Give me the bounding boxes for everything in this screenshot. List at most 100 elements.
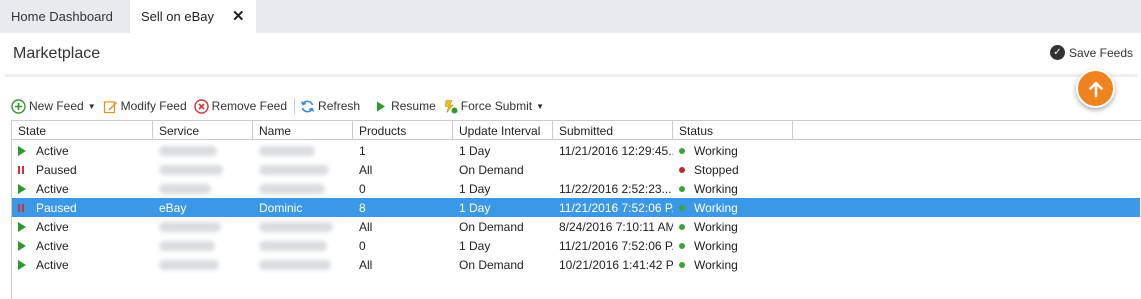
state-text: Active — [36, 258, 69, 272]
chevron-down-icon: ▼ — [87, 101, 96, 111]
scroll-up-button[interactable] — [1076, 69, 1115, 108]
remove-circle-icon — [193, 98, 209, 114]
submitted-text: 11/22/2016 2:52:23... — [559, 182, 672, 196]
refresh-button[interactable]: Refresh — [300, 99, 360, 114]
cell-status: Working — [673, 255, 793, 274]
interval-text: 1 Day — [459, 144, 491, 158]
status-text: Working — [694, 182, 738, 196]
redacted-text — [159, 146, 217, 156]
table-row[interactable]: Paused eBay Dominic 8 1 Day 11/21/2016 7:52:0… — [12, 198, 1140, 217]
state-text: Active — [36, 220, 69, 234]
page-title: Marketplace — [13, 45, 101, 62]
force-submit-label: Force Submit — [460, 99, 533, 113]
column-header-state[interactable]: State — [12, 121, 153, 140]
cell-state: Paused — [12, 198, 153, 217]
check-circle-icon: ✓ — [1049, 45, 1065, 60]
column-header-update-interval[interactable]: Update Interval — [453, 121, 553, 140]
column-header-name[interactable]: Name — [253, 121, 353, 140]
status-text: Working — [694, 258, 738, 272]
table-row[interactable]: Paused All On Demand Stopped — [12, 160, 1140, 179]
save-feeds-button[interactable]: ✓ Save Feeds — [1049, 45, 1133, 60]
new-feed-button[interactable]: New Feed ▼ — [11, 98, 96, 114]
cell-status: Working — [673, 141, 793, 160]
status-text: Working — [694, 201, 738, 215]
state-text: Active — [36, 182, 69, 196]
cell-status: Working — [673, 236, 793, 255]
interval-text: 1 Day — [459, 239, 491, 253]
cell-service — [153, 236, 253, 255]
cell-service — [153, 141, 253, 160]
interval-text: On Demand — [459, 163, 524, 177]
column-header-products[interactable]: Products — [353, 121, 453, 140]
cell-submitted: 11/21/2016 7:52:06 P... — [553, 236, 673, 255]
redacted-text — [159, 241, 215, 251]
submitted-text: 11/21/2016 7:52:06 P... — [559, 239, 673, 253]
save-feeds-label: Save Feeds — [1068, 45, 1133, 60]
status-text: Working — [694, 144, 738, 158]
column-header-status[interactable]: Status — [673, 121, 793, 140]
tab-label: Home Dashboard — [11, 9, 113, 24]
cell-state: Active — [12, 236, 153, 255]
table-row[interactable]: Active 1 1 Day 11/21/2016 12:29:45... Workin… — [12, 141, 1140, 160]
resume-button[interactable]: Resume — [373, 99, 436, 114]
products-text: 8 — [359, 201, 366, 215]
table-row[interactable]: Active 0 1 Day 11/21/2016 7:52:06 P... Worki… — [12, 236, 1140, 255]
cell-service — [153, 255, 253, 274]
cell-submitted: 11/21/2016 12:29:45... — [553, 141, 673, 160]
products-text: 0 — [359, 182, 366, 196]
table-row[interactable]: Active 0 1 Day 11/22/2016 2:52:23... Working — [12, 179, 1140, 198]
modify-feed-button[interactable]: Modify Feed — [103, 99, 187, 114]
cell-interval: On Demand — [453, 255, 553, 274]
tab-label: Sell on eBay — [141, 9, 214, 24]
page-header: Marketplace ✓ Save Feeds — [0, 33, 1141, 75]
cell-interval: 1 Day — [453, 198, 553, 217]
state-text: Active — [36, 144, 69, 158]
redacted-text — [259, 165, 329, 175]
cell-submitted: 10/21/2016 1:41:42 P... — [553, 255, 673, 274]
column-header-service[interactable]: Service — [153, 121, 253, 140]
redacted-text — [259, 222, 333, 232]
cell-status: Working — [673, 198, 793, 217]
submitted-text: 11/21/2016 12:29:45... — [559, 144, 673, 158]
pause-icon — [18, 166, 24, 174]
cell-name: Dominic — [253, 198, 353, 217]
cell-interval: 1 Day — [453, 179, 553, 198]
interval-text: 1 Day — [459, 182, 491, 196]
close-icon[interactable]: ✕ — [232, 9, 245, 24]
state-text: Paused — [36, 163, 77, 177]
products-text: All — [359, 220, 373, 234]
cell-interval: 1 Day — [453, 236, 553, 255]
cell-state: Active — [12, 217, 153, 236]
cell-state: Active — [12, 255, 153, 274]
products-text: 1 — [359, 144, 366, 158]
redacted-text — [159, 184, 211, 194]
cell-products: 0 — [353, 236, 453, 255]
cell-name — [253, 160, 353, 179]
cell-status: Working — [673, 179, 793, 198]
refresh-icon — [300, 99, 315, 114]
header-divider — [5, 74, 1138, 77]
cell-interval: On Demand — [453, 160, 553, 179]
grid-header: State Service Name Products Update Inter… — [12, 121, 1141, 140]
pause-icon — [18, 204, 24, 212]
remove-feed-button[interactable]: Remove Feed — [193, 98, 288, 114]
cell-submitted: 11/21/2016 7:52:06 P... — [553, 198, 673, 217]
products-text: All — [359, 258, 373, 272]
submitted-text: 8/24/2016 7:10:11 AM — [559, 220, 673, 234]
table-row[interactable]: Active All On Demand 8/24/2016 7:10:11 AM Wo… — [12, 217, 1140, 236]
cell-status: Stopped — [673, 160, 793, 179]
feed-toolbar: New Feed ▼ Modify Feed Remove Feed Refre… — [11, 96, 551, 116]
force-submit-button[interactable]: Force Submit ▼ — [443, 99, 544, 114]
column-header-submitted[interactable]: Submitted — [553, 121, 673, 140]
table-row[interactable]: Active All On Demand 10/21/2016 1:41:42 P..… — [12, 255, 1140, 274]
remove-feed-label: Remove Feed — [211, 99, 288, 113]
redacted-text — [159, 260, 219, 270]
interval-text: 1 Day — [459, 201, 491, 215]
tab-home-dashboard[interactable]: Home Dashboard — [0, 0, 130, 33]
tab-sell-on-ebay[interactable]: Sell on eBay ✕ — [130, 0, 256, 33]
redacted-text — [159, 222, 221, 232]
cell-interval: 1 Day — [453, 141, 553, 160]
chevron-down-icon: ▼ — [536, 101, 545, 111]
status-dot-icon — [679, 186, 685, 192]
cell-products: All — [353, 217, 453, 236]
